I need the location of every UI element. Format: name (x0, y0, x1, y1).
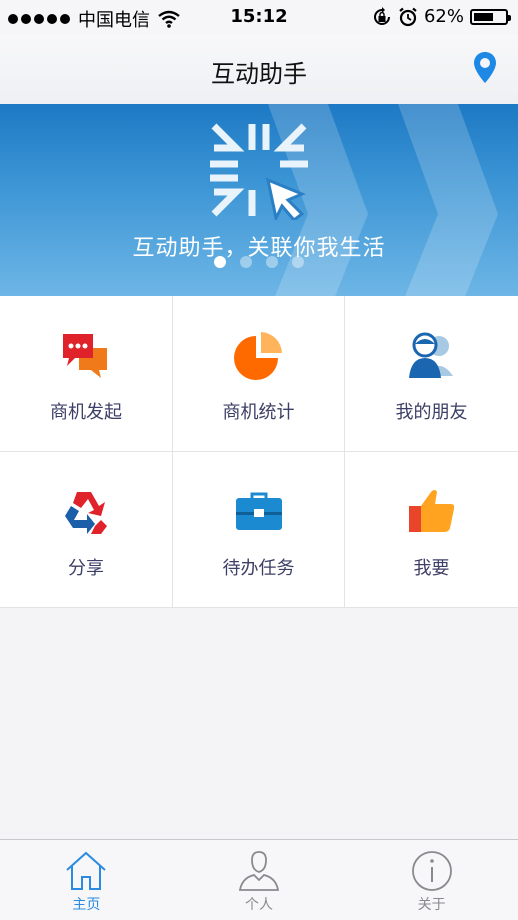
friends-icon (408, 332, 453, 378)
grid-item-label: 商机发起 (50, 402, 122, 423)
grid-item-label: 我的朋友 (395, 402, 468, 423)
page-dot[interactable] (266, 256, 278, 268)
grid-item-label: 我要 (413, 558, 450, 579)
tab-label: 个人 (245, 897, 273, 913)
info-icon (411, 851, 452, 891)
page-dot[interactable] (240, 256, 252, 268)
grid-item-my-friends[interactable]: 我的朋友 (345, 296, 518, 452)
page-dot[interactable] (292, 256, 304, 268)
tab-bar: 主页 个人 关于 (0, 839, 518, 920)
alarm-icon (399, 7, 417, 26)
home-icon (66, 851, 106, 890)
grid-item-opportunity-initiate[interactable]: 商机发起 (0, 296, 173, 452)
briefcase-icon (235, 492, 282, 530)
battery-icon (470, 8, 511, 25)
chat-bubbles-icon (63, 334, 107, 378)
grid-item-i-want[interactable]: 我要 (345, 452, 518, 608)
tab-personal[interactable]: 个人 (173, 840, 346, 920)
grid-item-todo-tasks[interactable]: 待办任务 (173, 452, 345, 608)
grid-item-label: 商机统计 (222, 402, 295, 423)
location-pin-icon[interactable] (472, 50, 498, 86)
tab-home[interactable]: 主页 (0, 840, 173, 920)
tab-label: 关于 (417, 897, 446, 913)
status-bar: 中国电信 15:12 62% (0, 0, 518, 34)
tab-about[interactable]: 关于 (345, 840, 518, 920)
pie-chart-icon (233, 332, 282, 380)
navigation-bar: 互动助手 (0, 34, 518, 105)
battery-level (474, 12, 493, 21)
grid-item-share[interactable]: 分享 (0, 452, 173, 608)
carousel-page-indicator[interactable] (214, 256, 304, 268)
grid-item-label: 分享 (68, 558, 104, 579)
feature-grid: 商机发起 商机统计 我的朋友 分享 待办任务 我要 (0, 296, 518, 608)
page-dot[interactable] (214, 256, 226, 268)
person-icon (238, 851, 280, 891)
recycle-share-icon (65, 492, 107, 534)
app-logo-icon (210, 123, 308, 220)
banner-carousel[interactable]: 互动助手，关联你我生活 (0, 104, 518, 296)
tab-label: 主页 (72, 897, 101, 913)
page-title: 互动助手 (211, 60, 307, 88)
rotation-lock-icon (373, 6, 390, 25)
grid-item-label: 待办任务 (222, 558, 295, 579)
grid-item-opportunity-stats[interactable]: 商机统计 (173, 296, 345, 452)
battery-percent: 62% (423, 6, 464, 27)
thumbs-up-icon (408, 490, 454, 532)
status-right: 62% (372, 6, 511, 27)
